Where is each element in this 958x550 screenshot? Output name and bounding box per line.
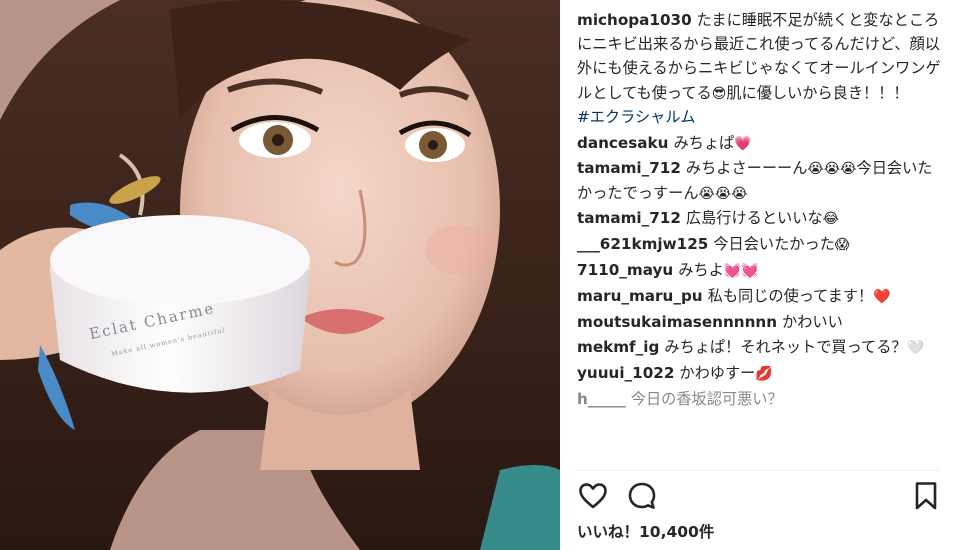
screaming-emoji-icon: 😱	[834, 237, 850, 254]
comment-username[interactable]: tamami_712	[577, 159, 681, 177]
comment-text: かわゆすー	[679, 364, 756, 383]
heart-outline-icon[interactable]	[577, 480, 609, 512]
crying-emoji-icon: 😭😭😭	[698, 185, 748, 202]
hearts-emoji-icon: 💓💓	[723, 263, 759, 279]
comment-username[interactable]: h_____	[577, 390, 626, 408]
crying-emoji-icon: 😭😭😭	[807, 161, 857, 178]
comment-item: yuuui_1022 かわゆすー💋	[577, 361, 947, 385]
comment-item: maru_maru_pu 私も同じの使ってます！❤️	[577, 284, 947, 308]
comment-text: みちょぱ！それネットで買ってる？	[664, 338, 907, 357]
comment-username[interactable]: 7110_mayu	[577, 261, 673, 279]
comment-text: 広島行けるといいな	[685, 209, 823, 228]
comment-username[interactable]: dancesaku	[577, 134, 668, 152]
comment-item: dancesaku みちょぱ💗	[577, 131, 947, 155]
comment-username[interactable]: tamami_712	[577, 209, 681, 227]
comment-item: mekmf_ig みちょぱ！それネットで買ってる？🤍	[577, 335, 947, 359]
comment-item: moutsukaimasennnnnn かわいい	[577, 310, 947, 334]
comment-username[interactable]: ___621kmjw125	[577, 235, 708, 253]
comment-username[interactable]: mekmf_ig	[577, 338, 659, 356]
comment-item: ___621kmjw125 今日会いたかった😱	[577, 232, 947, 256]
post-photo[interactable]: Eclat Charme Make all women's beautiful	[0, 0, 560, 550]
comment-text: みちよ	[678, 261, 724, 279]
selfie-image	[0, 0, 560, 550]
comment-username[interactable]: maru_maru_pu	[577, 287, 703, 305]
bookmark-icon[interactable]	[910, 480, 942, 512]
kiss-mark-emoji-icon: 💋	[755, 366, 773, 383]
heart-emoji-icon: 💗	[734, 135, 752, 152]
laughing-emoji-icon: 😂	[822, 211, 839, 228]
comment-text: 今日会いたかった	[713, 235, 835, 254]
white-heart-emoji-icon: 🤍	[906, 340, 925, 357]
comments-list[interactable]: michopa1030 たまに睡眠不足が続くと変なところにニキビ出来るから最近これ…	[577, 8, 947, 472]
caption-text-2: 肌に優しいから良き！！！	[726, 83, 909, 102]
comment-item: 7110_mayu みちよ💓💓	[577, 258, 947, 282]
likes-count[interactable]: いいね！10,400件	[577, 520, 714, 542]
red-heart-emoji-icon: ❤️	[873, 288, 891, 305]
comment-item: h_____ 今日の香坂認可悪い？	[577, 387, 947, 411]
sunglasses-emoji-icon: 😎	[711, 85, 727, 102]
comment-item: tamami_712 みちよさーーーん😭😭😭今日会いたかったでっすーん😭😭😭	[577, 156, 947, 204]
section-divider	[577, 470, 940, 471]
caption-hashtag-link[interactable]: #エクラシャルム	[577, 108, 695, 126]
caption-username[interactable]: michopa1030	[577, 11, 692, 29]
comment-text: かわいい	[782, 312, 843, 331]
comment-item: tamami_712 広島行けるといいな😂	[577, 206, 947, 230]
speech-bubble-icon[interactable]	[626, 480, 658, 512]
post-details-panel: michopa1030 たまに睡眠不足が続くと変なところにニキビ出来るから最近これ…	[560, 0, 958, 550]
comment-text: 今日の香坂認可悪い？	[630, 389, 783, 408]
comment-text: みちよさーーーん	[685, 159, 808, 178]
post-actions-bar	[577, 480, 942, 514]
comment-text: みちょぱ	[673, 133, 735, 152]
post-caption: michopa1030 たまに睡眠不足が続くと変なところにニキビ出来るから最近これ…	[577, 8, 947, 129]
comment-username[interactable]: moutsukaimasennnnnn	[577, 313, 777, 331]
comment-text: 私も同じの使ってます！	[707, 286, 874, 305]
comment-username[interactable]: yuuui_1022	[577, 364, 674, 382]
